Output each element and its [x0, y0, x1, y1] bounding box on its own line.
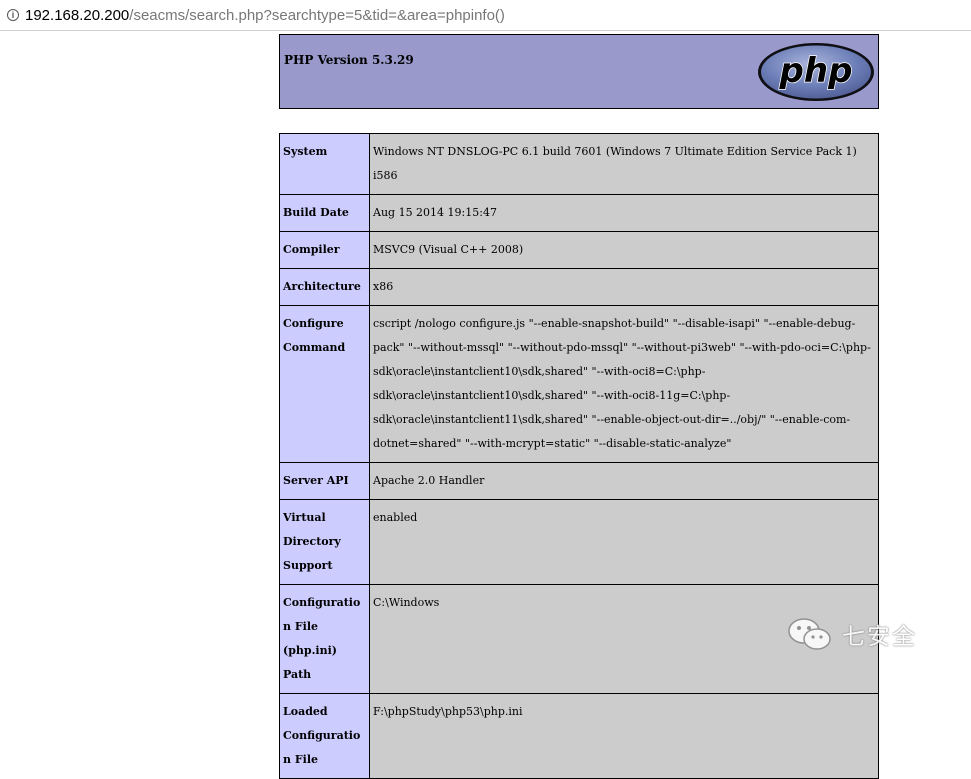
row-value: Aug 15 2014 19:15:47: [369, 194, 879, 232]
row-value: F:\phpStudy\php53\php.ini: [369, 693, 879, 779]
table-row: Architecture x86: [279, 268, 879, 306]
table-row: Compiler MSVC9 (Visual C++ 2008): [279, 231, 879, 269]
row-value: Apache 2.0 Handler: [369, 462, 879, 500]
row-value: cscript /nologo configure.js "--enable-s…: [369, 305, 879, 463]
row-key: Compiler: [279, 231, 370, 269]
url-path: /seacms/search.php?searchtype=5&tid=&are…: [129, 6, 505, 24]
row-key: Configuration File (php.ini) Path: [279, 584, 370, 694]
svg-text:php: php: [779, 51, 853, 91]
watermark: 七安全: [786, 612, 946, 656]
row-key: Configure Command: [279, 305, 370, 463]
row-key: Build Date: [279, 194, 370, 232]
table-row: Server API Apache 2.0 Handler: [279, 462, 879, 500]
row-value: MSVC9 (Visual C++ 2008): [369, 231, 879, 269]
url-host: 192.168.20.200: [25, 6, 130, 24]
info-icon[interactable]: i: [7, 9, 19, 21]
address-bar[interactable]: i 192.168.20.200/seacms/search.php?searc…: [0, 0, 971, 31]
table-row: Build Date Aug 15 2014 19:15:47: [279, 194, 879, 232]
watermark-text: 七安全: [842, 624, 917, 650]
row-value: enabled: [369, 499, 879, 585]
table-row: Virtual Directory Support enabled: [279, 499, 879, 585]
row-value: Windows NT DNSLOG-PC 6.1 build 7601 (Win…: [369, 133, 879, 195]
row-key: System: [279, 133, 370, 195]
table-row: Configure Command cscript /nologo configu…: [279, 305, 879, 463]
row-key: Virtual Directory Support: [279, 499, 370, 585]
row-key: Server API: [279, 462, 370, 500]
php-header: PHP Version 5.3.29 php: [279, 34, 879, 109]
php-logo: php: [758, 43, 874, 101]
row-key: Architecture: [279, 268, 370, 306]
row-value: x86: [369, 268, 879, 306]
table-row: System Windows NT DNSLOG-PC 6.1 build 760…: [279, 133, 879, 195]
php-info-table: System Windows NT DNSLOG-PC 6.1 build 760…: [279, 133, 879, 779]
php-version-title: PHP Version 5.3.29: [284, 53, 414, 67]
table-row: Loaded Configuration File F:\phpStudy\php…: [279, 693, 879, 779]
wechat-icon: [788, 618, 831, 650]
row-key: Loaded Configuration File: [279, 693, 370, 779]
url-text[interactable]: 192.168.20.200/seacms/search.php?searcht…: [25, 7, 505, 24]
